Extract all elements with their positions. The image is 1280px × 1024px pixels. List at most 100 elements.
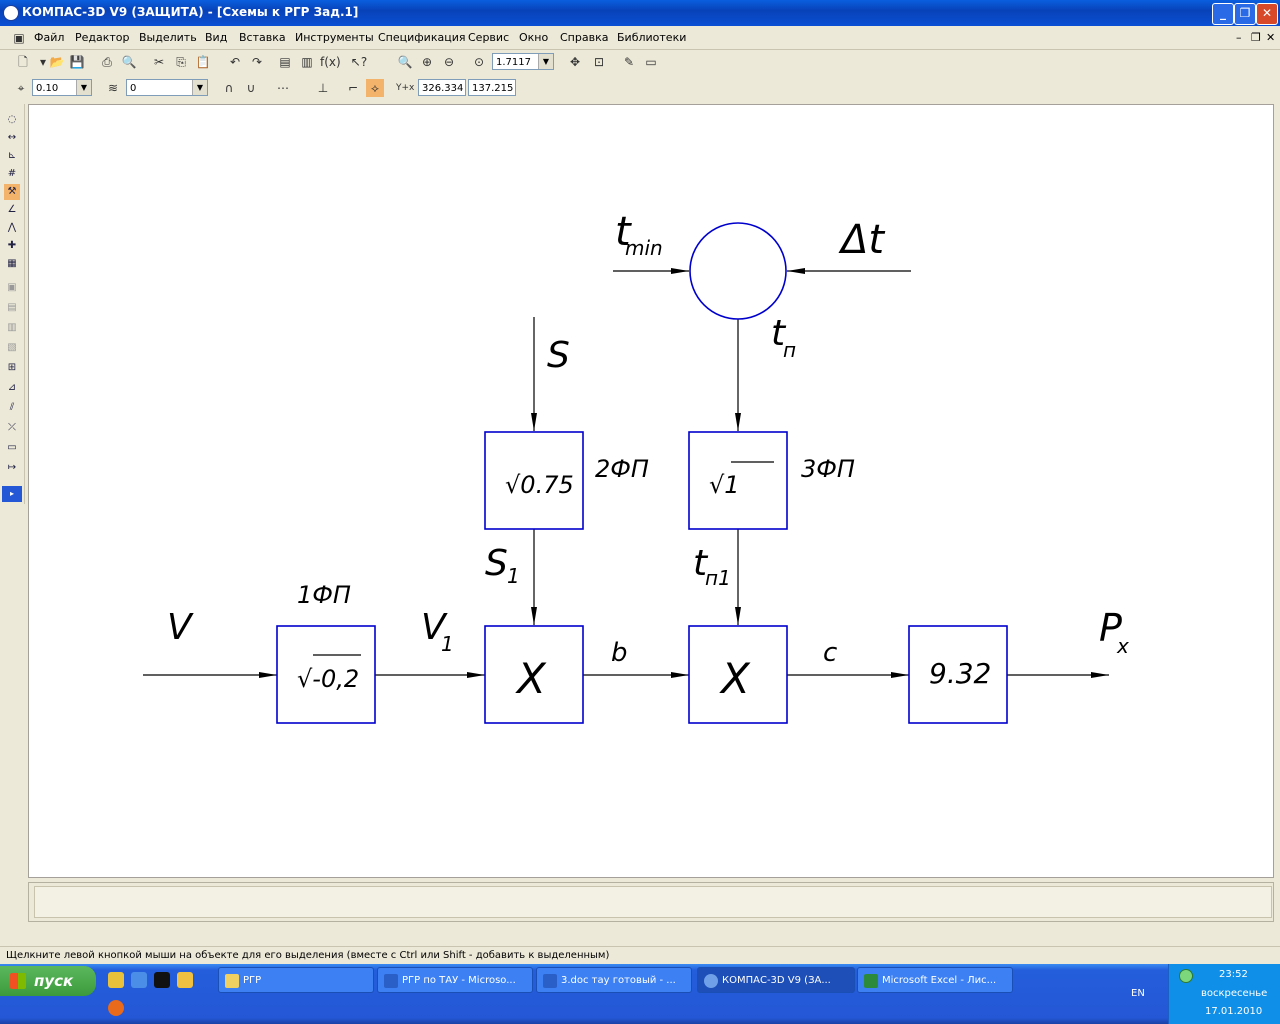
macro-icon[interactable]: ▭ bbox=[4, 440, 20, 456]
zoom-out-icon[interactable]: ⊖ bbox=[440, 53, 458, 71]
ortho-icon[interactable]: ⌐ bbox=[344, 79, 362, 97]
menu-libraries[interactable]: Библиотеки bbox=[617, 31, 686, 44]
menu-view[interactable]: Вид bbox=[205, 31, 227, 44]
snap-icon[interactable]: ∩ bbox=[220, 79, 238, 97]
layer-field[interactable]: 0 ▼ bbox=[126, 79, 208, 96]
parametrization-icon[interactable]: ⚒ bbox=[4, 184, 20, 200]
menu-service[interactable]: Сервис bbox=[468, 31, 509, 44]
new-file-icon[interactable]: 🗋 bbox=[14, 53, 32, 71]
measure-icon[interactable]: ∠ bbox=[4, 202, 20, 218]
layout-icon[interactable]: ⊞ bbox=[4, 360, 20, 376]
summing-junction[interactable] bbox=[689, 222, 787, 320]
magnet-icon[interactable]: ∪ bbox=[242, 79, 260, 97]
quicklaunch-ie-icon[interactable] bbox=[131, 972, 147, 988]
base-icon[interactable]: ⊿ bbox=[4, 380, 20, 396]
save-icon[interactable]: 💾 bbox=[68, 53, 86, 71]
step-field[interactable]: 0.10 ▼ bbox=[32, 79, 92, 96]
doc-minimize-icon[interactable]: – bbox=[1236, 31, 1242, 44]
associative-views-icon[interactable]: ✚ bbox=[4, 238, 20, 254]
specification-icon[interactable]: ▦ bbox=[4, 256, 20, 272]
task-word-1[interactable]: РГР по ТАУ - Microso... bbox=[377, 967, 533, 993]
layer-dropdown-icon[interactable]: ▼ bbox=[192, 80, 207, 95]
zoom-window-icon[interactable]: 🔍 bbox=[396, 53, 414, 71]
show-all-icon[interactable]: ⊡ bbox=[590, 53, 608, 71]
layer-value: 0 bbox=[130, 83, 137, 94]
insert-icon[interactable]: ▤ bbox=[4, 300, 20, 316]
pan-icon[interactable]: ✥ bbox=[566, 53, 584, 71]
document-icon[interactable]: ▣ bbox=[10, 29, 28, 47]
grid-icon[interactable]: ⋯ bbox=[274, 79, 292, 97]
minimize-button[interactable]: _ bbox=[1212, 3, 1234, 25]
close-button[interactable]: ✕ bbox=[1256, 3, 1278, 25]
task-kompas[interactable]: КОМПАС-3D V9 (ЗА... bbox=[697, 967, 855, 993]
manager-icon[interactable]: ▤ bbox=[276, 53, 294, 71]
paste-icon[interactable]: 📋 bbox=[194, 53, 212, 71]
task-excel[interactable]: Microsoft Excel - Лис... bbox=[857, 967, 1013, 993]
quicklaunch-drive-icon[interactable] bbox=[108, 972, 124, 988]
drawing-canvas[interactable]: √-0,2 √0.75 √1 X X 9.32 1ФП 2ФП 3ФП V V … bbox=[28, 104, 1274, 878]
help-pointer-icon[interactable]: ↖? bbox=[350, 53, 368, 71]
menu-editor[interactable]: Редактор bbox=[75, 31, 130, 44]
coord-x-field[interactable]: 326.334 bbox=[418, 79, 466, 96]
equidistant-icon[interactable]: ⫽ bbox=[4, 400, 20, 416]
menu-window[interactable]: Окно bbox=[519, 31, 548, 44]
menu-insert[interactable]: Вставка bbox=[239, 31, 286, 44]
zoom-in-icon[interactable]: ⊕ bbox=[418, 53, 436, 71]
doc-restore-icon[interactable]: ❐ bbox=[1251, 31, 1261, 44]
tray-status-icon[interactable] bbox=[1179, 969, 1193, 983]
tray-time[interactable]: 23:52 bbox=[1219, 969, 1248, 980]
print-icon[interactable]: ⎙ bbox=[98, 53, 116, 71]
hatch-icon[interactable]: ▧ bbox=[4, 340, 20, 356]
copy-icon[interactable]: ⎘ bbox=[172, 53, 190, 71]
menu-tools[interactable]: Инструменты bbox=[295, 31, 374, 44]
coord-y-field[interactable]: 137.215 bbox=[468, 79, 516, 96]
task-rgr-label: РГР bbox=[243, 975, 262, 986]
redo-icon[interactable]: ↷ bbox=[248, 53, 266, 71]
menu-specification[interactable]: Спецификация bbox=[378, 31, 465, 44]
dimensions-icon[interactable]: ↔ bbox=[4, 130, 20, 146]
menu-help[interactable]: Справка bbox=[560, 31, 608, 44]
variables-icon[interactable]: f(x) bbox=[320, 53, 341, 71]
refresh-icon[interactable]: ✎ bbox=[620, 53, 638, 71]
zoom-field[interactable]: 1.7117 ▼ bbox=[492, 53, 554, 70]
quicklaunch-firefox-icon[interactable] bbox=[108, 1000, 124, 1016]
language-indicator[interactable]: EN bbox=[1131, 988, 1145, 999]
trim-icon[interactable]: ⤫ bbox=[4, 420, 20, 436]
layers-icon[interactable]: ≋ bbox=[104, 79, 122, 97]
cut-icon[interactable]: ✂ bbox=[150, 53, 168, 71]
menu-select[interactable]: Выделить bbox=[139, 31, 197, 44]
menu-file[interactable]: Файл bbox=[34, 31, 64, 44]
tray-day: воскресенье bbox=[1201, 988, 1268, 999]
fragment-icon[interactable]: ▥ bbox=[4, 320, 20, 336]
doc-close-icon[interactable]: ✕ bbox=[1266, 31, 1275, 44]
library-icon[interactable]: ▥ bbox=[298, 53, 316, 71]
quicklaunch-tool-icon[interactable] bbox=[177, 972, 193, 988]
compact-panel: ◌ ↔ ⊾ # ⚒ ∠ ⋀ ✚ ▦ ▣ ▤ ▥ ▧ ⊞ ⊿ ⫽ ⤫ ▭ ↦ ▸ bbox=[0, 104, 25, 504]
display-icon[interactable]: ▭ bbox=[642, 53, 660, 71]
zoom-scale-icon[interactable]: ⊙ bbox=[470, 53, 488, 71]
step-dropdown-icon[interactable]: ▼ bbox=[76, 80, 91, 95]
local-cs-icon[interactable]: ⊥ bbox=[314, 79, 332, 97]
geometry-icon[interactable]: ◌ bbox=[4, 112, 20, 128]
edit-icon[interactable]: # bbox=[4, 166, 20, 182]
panel-expand-icon[interactable]: ▸ bbox=[2, 486, 22, 502]
undo-icon[interactable]: ↶ bbox=[226, 53, 244, 71]
designations-icon[interactable]: ⊾ bbox=[4, 148, 20, 164]
block-gain-text: 9.32 bbox=[929, 657, 991, 690]
open-folder-icon[interactable]: 📂 bbox=[48, 53, 66, 71]
extend-icon[interactable]: ↦ bbox=[4, 460, 20, 476]
cursor-step-icon[interactable]: ⌖ bbox=[12, 79, 30, 97]
restore-button[interactable]: ❐ bbox=[1234, 3, 1256, 25]
select-icon[interactable]: ⋀ bbox=[4, 220, 20, 236]
report-icon[interactable]: ▣ bbox=[4, 280, 20, 296]
task-rgr[interactable]: РГР bbox=[218, 967, 374, 993]
quicklaunch-app-icon[interactable] bbox=[154, 972, 170, 988]
zoom-dropdown-icon[interactable]: ▼ bbox=[538, 54, 553, 69]
task-word-2[interactable]: 3.doc тау готовый - ... bbox=[536, 967, 692, 993]
start-button[interactable]: пуск bbox=[0, 966, 96, 996]
snap-active-icon[interactable]: ⟡ bbox=[366, 79, 384, 97]
task-excel-label: Microsoft Excel - Лис... bbox=[882, 975, 997, 986]
block-3fp-label: 3ФП bbox=[801, 455, 855, 483]
print-preview-icon[interactable]: 🔍 bbox=[120, 53, 138, 71]
signal-dt: Δt bbox=[838, 217, 885, 263]
